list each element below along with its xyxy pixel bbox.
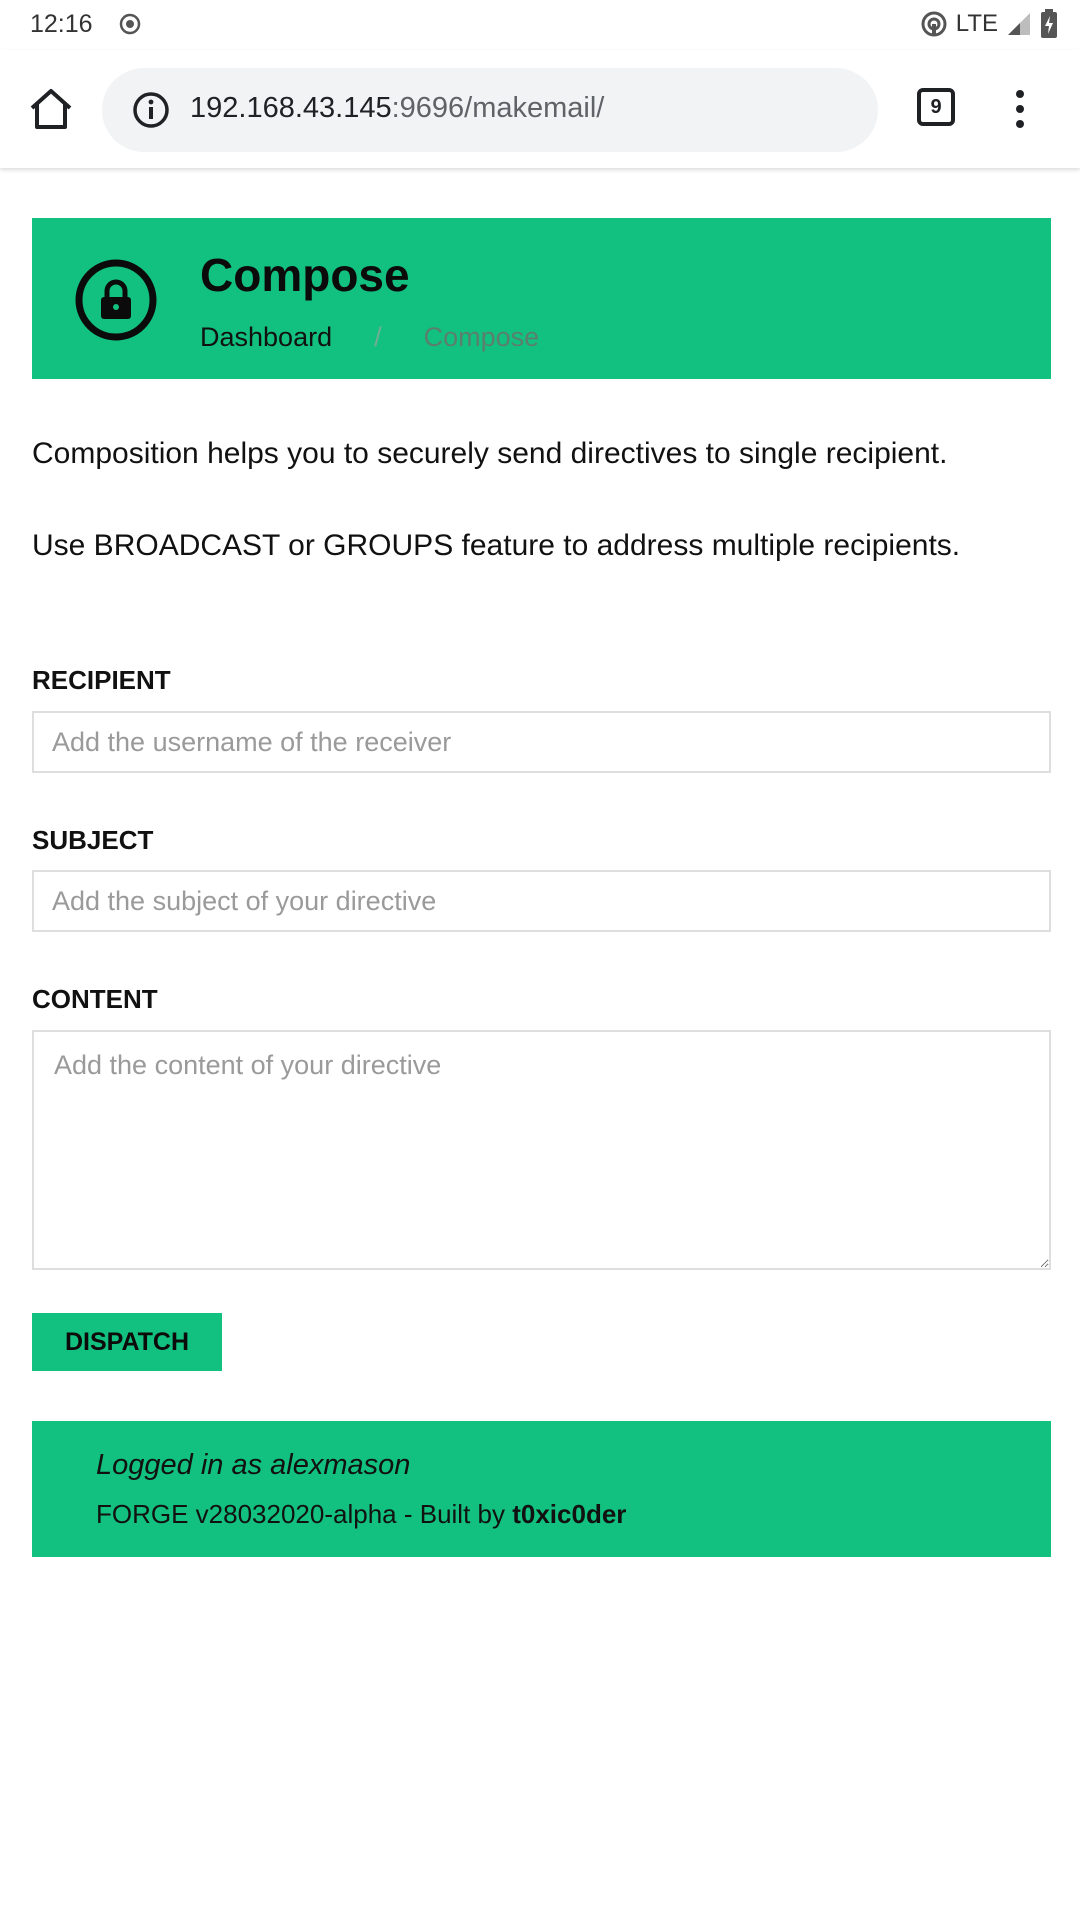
subject-label: SUBJECT <box>32 825 154 855</box>
recipient-label: RECIPIENT <box>32 665 171 695</box>
page-header: Compose Dashboard / Compose <box>32 218 1051 379</box>
battery-icon <box>1041 9 1057 38</box>
logged-in-text: Logged in as alexmason <box>96 1449 411 1481</box>
build-text: FORGE v28032020-alpha - Built by <box>96 1499 513 1529</box>
author-name: t0xic0der <box>512 1499 627 1529</box>
address-bar[interactable]: 192.168.43.145:9696/makemail/ <box>102 68 878 152</box>
signal-icon <box>1008 13 1030 35</box>
intro-text-single: Composition helps you to securely send d… <box>32 437 948 470</box>
footer: Logged in as alexmason FORGE v28032020-a… <box>32 1421 1051 1557</box>
home-icon[interactable] <box>28 86 74 132</box>
lock-icon <box>75 259 157 341</box>
breadcrumb: Dashboard / Compose <box>200 322 539 353</box>
more-menu-icon[interactable] <box>1004 86 1036 132</box>
url-text[interactable]: 192.168.43.145:9696/makemail/ <box>190 92 604 125</box>
status-indicators: LTE <box>920 9 1058 39</box>
tab-count: 9 <box>930 95 942 118</box>
page-title: Compose <box>200 249 410 301</box>
url-host: 192.168.43.145 <box>190 92 392 124</box>
url-path: :9696/makemail/ <box>391 92 605 124</box>
recipient-input[interactable] <box>32 711 1051 773</box>
breadcrumb-current: Compose <box>423 322 540 352</box>
intro-text-multiple: Use BROADCAST or GROUPS feature to addre… <box>32 529 961 562</box>
dispatch-button[interactable]: DISPATCH <box>32 1313 222 1371</box>
content-label: CONTENT <box>32 984 158 1014</box>
network-type: LTE <box>955 10 998 37</box>
content-textarea[interactable] <box>32 1030 1051 1270</box>
browser-toolbar: 192.168.43.145:9696/makemail/ 9 <box>0 50 1080 168</box>
breadcrumb-separator: / <box>374 322 382 352</box>
breadcrumb-dashboard-link[interactable]: Dashboard <box>200 322 332 353</box>
info-icon[interactable] <box>132 91 170 129</box>
build-info: FORGE v28032020-alpha - Built by t0xic0d… <box>96 1499 626 1530</box>
status-time: 12:16 <box>30 10 93 38</box>
record-icon <box>119 13 141 35</box>
subject-input[interactable] <box>32 870 1051 932</box>
hotspot-icon <box>921 11 947 37</box>
status-bar: 12:16 LTE <box>0 0 1080 50</box>
tab-switcher-button[interactable]: 9 <box>917 88 955 126</box>
